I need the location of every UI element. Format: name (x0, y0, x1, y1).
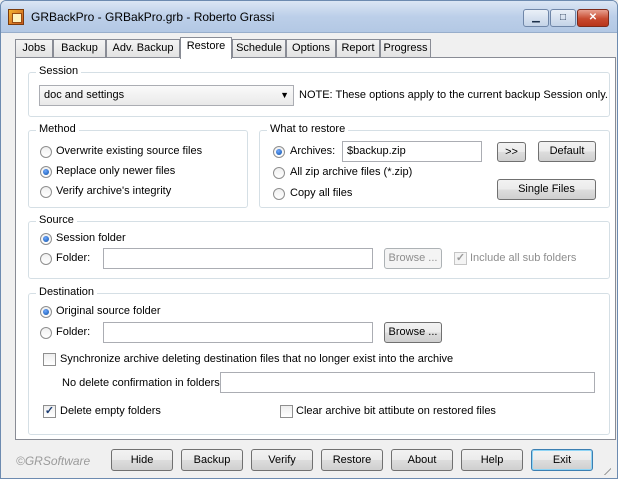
restore-button[interactable]: Restore (321, 449, 383, 471)
destination-browse-button[interactable]: Browse ... (384, 322, 442, 343)
window-title: GRBackPro - GRBakPro.grb - Roberto Grass… (31, 10, 275, 24)
source-session-folder-label[interactable]: Session folder (56, 232, 126, 244)
source-folder-label[interactable]: Folder: (56, 252, 90, 264)
include-subfolders-checkbox[interactable]: ✓ (454, 252, 467, 265)
method-verify-radio[interactable] (40, 186, 52, 198)
destination-group: Destination Original source folder Folde… (28, 286, 610, 435)
app-window: GRBackPro - GRBakPro.grb - Roberto Grass… (0, 0, 618, 479)
source-group: Source Session folder Folder: Browse ...… (28, 214, 610, 279)
archives-label[interactable]: Archives: (290, 145, 335, 157)
include-subfolders-label[interactable]: Include all sub folders (470, 252, 576, 264)
app-icon[interactable] (8, 9, 24, 25)
clear-archive-bit-label[interactable]: Clear archive bit attibute on restored f… (296, 405, 496, 417)
maximize-button[interactable]: □ (550, 9, 576, 27)
method-overwrite-radio[interactable] (40, 146, 52, 158)
close-button[interactable]: ✕ (577, 9, 609, 27)
destination-folder-radio[interactable] (40, 327, 52, 339)
exit-button[interactable]: Exit (531, 449, 593, 471)
brand-text: ©GRSoftware (16, 454, 91, 468)
delete-empty-label[interactable]: Delete empty folders (60, 405, 161, 417)
destination-folder-label[interactable]: Folder: (56, 326, 90, 338)
delete-empty-checkbox[interactable]: ✓ (43, 405, 56, 418)
tab-progress[interactable]: Progress (380, 39, 431, 58)
verify-button[interactable]: Verify (251, 449, 313, 471)
all-zip-radio[interactable] (273, 167, 285, 179)
method-group: Method Overwrite existing source files R… (28, 123, 248, 208)
hide-button[interactable]: Hide (111, 449, 173, 471)
no-delete-label: No delete confirmation in folders: (62, 377, 223, 389)
session-select-value: doc and settings (44, 89, 125, 101)
source-browse-button[interactable]: Browse ... (384, 248, 442, 269)
archives-radio[interactable] (273, 146, 285, 158)
tab-report[interactable]: Report (336, 39, 380, 58)
all-zip-label[interactable]: All zip archive files (*.zip) (290, 166, 412, 178)
what-to-restore-label: What to restore (267, 123, 349, 135)
clear-archive-bit-checkbox[interactable] (280, 405, 293, 418)
copy-all-radio[interactable] (273, 188, 285, 200)
method-replace-newer-radio[interactable] (40, 166, 52, 178)
single-files-button[interactable]: Single Files (497, 179, 596, 200)
tab-options[interactable]: Options (286, 39, 336, 58)
source-group-label: Source (36, 214, 77, 226)
session-group-label: Session (36, 65, 82, 77)
tab-jobs[interactable]: Jobs (15, 39, 53, 58)
backup-button[interactable]: Backup (181, 449, 243, 471)
what-to-restore-group: What to restore Archives: $backup.zip >>… (259, 123, 610, 208)
tab-backup[interactable]: Backup (53, 39, 106, 58)
source-folder-input[interactable] (103, 248, 373, 269)
session-group: Session doc and settings ▼ NOTE: These o… (28, 65, 610, 117)
sync-archive-checkbox[interactable] (43, 353, 56, 366)
tab-schedule[interactable]: Schedule (232, 39, 286, 58)
no-delete-input[interactable] (220, 372, 595, 393)
session-select[interactable]: doc and settings ▼ (39, 85, 294, 106)
tab-restore[interactable]: Restore (180, 37, 232, 59)
destination-group-label: Destination (36, 286, 98, 298)
about-button[interactable]: About (391, 449, 453, 471)
chevron-down-icon[interactable]: ▼ (280, 86, 289, 105)
tab-adv-backup[interactable]: Adv. Backup (106, 39, 180, 58)
method-verify-label[interactable]: Verify archive's integrity (56, 185, 171, 197)
archives-input[interactable]: $backup.zip (342, 141, 482, 162)
source-folder-radio[interactable] (40, 253, 52, 265)
default-button[interactable]: Default (538, 141, 596, 162)
source-session-folder-radio[interactable] (40, 233, 52, 245)
title-bar[interactable]: GRBackPro - GRBakPro.grb - Roberto Grass… (1, 1, 617, 33)
bottom-bar: ©GRSoftware Hide Backup Verify Restore A… (1, 443, 617, 478)
sync-archive-label[interactable]: Synchronize archive deleting destination… (60, 353, 453, 365)
method-overwrite-label[interactable]: Overwrite existing source files (56, 145, 202, 157)
session-note: NOTE: These options apply to the current… (299, 89, 608, 101)
help-button[interactable]: Help (461, 449, 523, 471)
destination-folder-input[interactable] (103, 322, 373, 343)
copy-all-label[interactable]: Copy all files (290, 187, 352, 199)
destination-original-radio[interactable] (40, 306, 52, 318)
minimize-button[interactable]: ▁ (523, 9, 549, 27)
archives-more-button[interactable]: >> (497, 142, 526, 162)
destination-original-label[interactable]: Original source folder (56, 305, 161, 317)
restore-panel: Session doc and settings ▼ NOTE: These o… (15, 57, 616, 440)
method-replace-newer-label[interactable]: Replace only newer files (56, 165, 175, 177)
method-group-label: Method (36, 123, 79, 135)
